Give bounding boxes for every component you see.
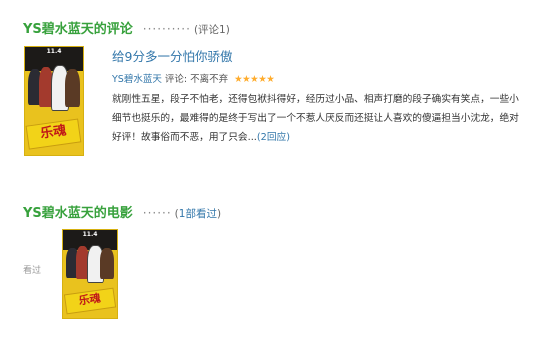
- poster-date: 11.4: [82, 231, 98, 238]
- review-section-heading: YS碧水蓝天的评论 ·········· (评论1): [23, 18, 230, 37]
- poster-date: 11.4: [46, 48, 62, 55]
- poster-figure: [100, 248, 114, 279]
- heading-dots: ······: [142, 206, 172, 220]
- review-replies-link[interactable]: (2回应): [257, 132, 290, 143]
- poster-title: 乐魂: [64, 287, 116, 315]
- review-section-title-link[interactable]: YS碧水蓝天的评论: [23, 22, 133, 37]
- review-meta: YS碧水蓝天 评论: 不离不弃 ★★★★★: [112, 71, 275, 85]
- review-author-link[interactable]: YS碧水蓝天: [112, 74, 162, 85]
- review-title-link[interactable]: 给9分多一分怕你骄傲: [112, 46, 232, 65]
- review-count-link[interactable]: (评论1): [194, 24, 230, 36]
- poster-title: 乐魂: [25, 118, 83, 150]
- review-rating-label: 评论: 不离不弃: [164, 74, 229, 85]
- seen-label: 看过: [23, 266, 42, 276]
- movie-count-link[interactable]: 1部看过: [179, 208, 217, 220]
- movie-section-heading: YS碧水蓝天的电影 ······ (1部看过): [23, 202, 221, 221]
- watched-movie-poster[interactable]: 11.4 乐魂: [62, 229, 118, 319]
- poster-figure: [65, 69, 80, 107]
- movie-section-title-link[interactable]: YS碧水蓝天的电影: [23, 206, 133, 221]
- movie-count: (1部看过): [174, 208, 222, 220]
- review-movie-poster[interactable]: 11.4 乐魂: [24, 46, 84, 156]
- rating-stars-icon: ★★★★★: [234, 74, 275, 85]
- review-body: 就刚性五星，段子不怕老，还得包袱抖得好，经历过小品、相声打磨的段子确实有笑点，一…: [112, 90, 524, 147]
- heading-dots: ··········: [142, 22, 191, 36]
- review-body-text: 就刚性五星，段子不怕老，还得包袱抖得好，经历过小品、相声打磨的段子确实有笑点，一…: [112, 94, 519, 143]
